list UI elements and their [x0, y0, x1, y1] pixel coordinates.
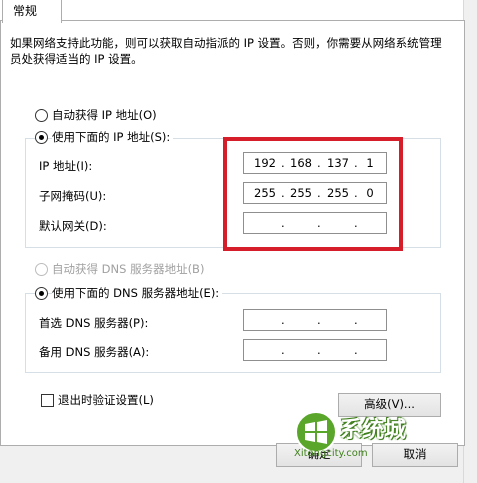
highlight-box: [223, 137, 403, 251]
dot: .: [281, 343, 285, 357]
manual-ip-radio[interactable]: [35, 131, 48, 144]
window-edge: [463, 0, 477, 483]
ip-address-label: IP 地址(I):: [39, 159, 93, 173]
description-text: 如果网络支持此功能，则可以获取自动指派的 IP 设置。否则，你需要从网络系统管理…: [10, 36, 442, 66]
ip-properties-dialog: 常规 如果网络支持此功能，则可以获取自动指派的 IP 设置。否则，你需要从网络系…: [0, 0, 477, 483]
general-panel: 如果网络支持此功能，则可以获取自动指派的 IP 设置。否则，你需要从网络系统管理…: [0, 20, 465, 446]
manual-dns-radio[interactable]: [35, 287, 48, 300]
alternate-dns-label: 备用 DNS 服务器(A):: [39, 345, 150, 359]
manual-ip-label[interactable]: 使用下面的 IP 地址(S):: [52, 129, 174, 145]
tab-general-label: 常规: [13, 4, 38, 18]
watermark-url: Xitongcity.com: [294, 448, 368, 459]
tab-general[interactable]: 常规: [2, 0, 62, 23]
auto-ip-label[interactable]: 自动获得 IP 地址(O): [52, 107, 157, 123]
default-gateway-label: 默认网关(D):: [39, 219, 107, 233]
preferred-dns-input[interactable]: . . .: [243, 309, 387, 331]
dot: .: [354, 343, 358, 357]
dot: .: [281, 313, 285, 327]
preferred-dns-label: 首选 DNS 服务器(P):: [39, 316, 149, 330]
subnet-mask-label: 子网掩码(U):: [39, 189, 107, 203]
auto-ip-radio[interactable]: [35, 109, 48, 122]
manual-dns-label[interactable]: 使用下面的 DNS 服务器地址(E):: [52, 285, 223, 301]
dns-group-box: [25, 293, 441, 373]
auto-dns-radio: [35, 263, 48, 276]
dot: .: [317, 343, 321, 357]
dot: .: [354, 313, 358, 327]
watermark-brand: 系统城: [340, 418, 407, 443]
validate-settings-label[interactable]: 退出时验证设置(L): [58, 392, 154, 408]
watermark: 系统城 Xitongcity.com: [290, 408, 450, 470]
alternate-dns-input[interactable]: . . .: [243, 339, 387, 361]
auto-dns-label: 自动获得 DNS 服务器地址(B): [52, 262, 205, 276]
validate-settings-checkbox[interactable]: [41, 394, 54, 407]
dot: .: [317, 313, 321, 327]
